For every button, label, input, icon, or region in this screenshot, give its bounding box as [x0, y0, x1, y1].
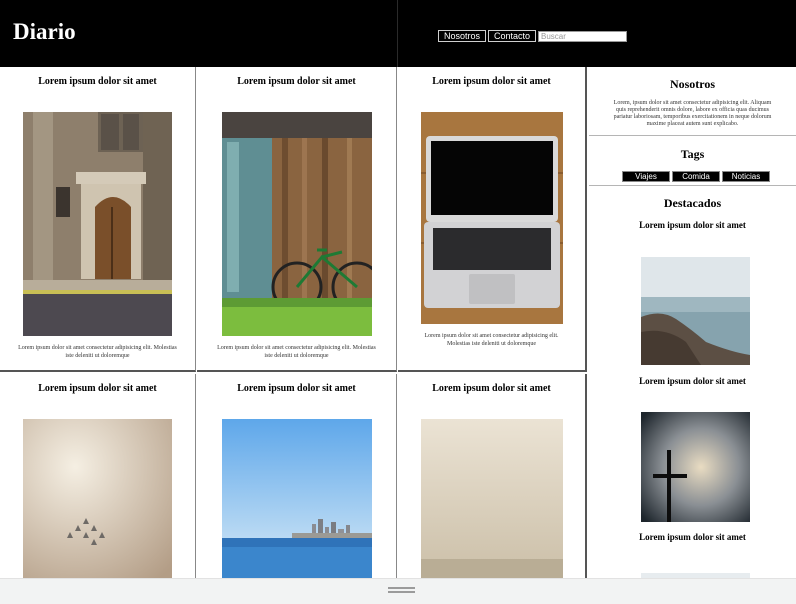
post-title[interactable]: Lorem ipsum dolor sit amet	[398, 383, 585, 394]
about-text: Lorem, ipsum dolor sit amet consectetur …	[613, 100, 772, 127]
post-card: Lorem ipsum dolor sit amet	[197, 374, 397, 578]
post-excerpt: Lorem ipsum dolor sit amet consectetur a…	[217, 345, 376, 359]
featured-title[interactable]: Lorem ipsum dolor sit amet	[589, 376, 796, 386]
about-heading: Nosotros	[669, 77, 716, 91]
post-image-foggy[interactable]	[421, 419, 563, 578]
nav-nosotros-button[interactable]: Nosotros	[438, 30, 486, 42]
tag-noticias[interactable]: Noticias	[722, 171, 770, 182]
tag-comida[interactable]: Comida	[672, 171, 720, 182]
drag-handle-icon[interactable]	[388, 591, 415, 593]
tag-viajes[interactable]: Viajes	[622, 171, 670, 182]
post-card: Lorem ipsum dolor sit amet	[398, 374, 587, 578]
sidebar-divider	[589, 185, 796, 186]
search-input[interactable]: Buscar	[538, 31, 627, 42]
site-title[interactable]: Diario	[13, 19, 76, 45]
featured-image-light[interactable]	[641, 569, 750, 578]
post-image-old-building[interactable]	[23, 112, 172, 336]
post-card: Lorem ipsum dolor sit amet Lorem ipsum d…	[197, 67, 397, 372]
post-title[interactable]: Lorem ipsum dolor sit amet	[0, 76, 195, 87]
post-image-jets[interactable]	[23, 419, 172, 578]
post-title[interactable]: Lorem ipsum dolor sit amet	[398, 76, 585, 87]
post-image-city[interactable]	[222, 419, 372, 578]
post-title[interactable]: Lorem ipsum dolor sit amet	[0, 383, 195, 394]
featured-image-cross[interactable]	[641, 412, 750, 522]
featured-title[interactable]: Lorem ipsum dolor sit amet	[589, 220, 796, 230]
nav-contacto-button[interactable]: Contacto	[488, 30, 536, 42]
featured-title[interactable]: Lorem ipsum dolor sit amet	[589, 532, 796, 542]
header-divider	[397, 0, 398, 67]
post-excerpt: Lorem ipsum dolor sit amet consectetur a…	[424, 333, 559, 347]
featured-image-rocky-sea[interactable]	[641, 257, 750, 365]
post-image-bicycle[interactable]	[222, 112, 372, 336]
post-card: Lorem ipsum dolor sit amet	[0, 374, 196, 578]
featured-heading: Destacados	[663, 196, 722, 210]
post-card: Lorem ipsum dolor sit amet Lorem ipsum d…	[0, 67, 196, 372]
post-excerpt: Lorem ipsum dolor sit amet consectetur a…	[18, 345, 177, 359]
header: Diario Nosotros Contacto Buscar	[0, 0, 796, 67]
post-title[interactable]: Lorem ipsum dolor sit amet	[197, 76, 396, 87]
post-card: Lorem ipsum dolor sit amet Lorem ipsum d…	[398, 67, 587, 372]
bottom-drawer-bar[interactable]	[0, 578, 796, 604]
sidebar-divider	[589, 135, 796, 136]
post-title[interactable]: Lorem ipsum dolor sit amet	[197, 383, 396, 394]
tags-heading: Tags	[680, 147, 705, 161]
drag-handle-icon[interactable]	[388, 587, 415, 589]
sidebar: Nosotros Lorem, ipsum dolor sit amet con…	[589, 67, 796, 578]
post-image-laptop[interactable]	[421, 112, 563, 324]
